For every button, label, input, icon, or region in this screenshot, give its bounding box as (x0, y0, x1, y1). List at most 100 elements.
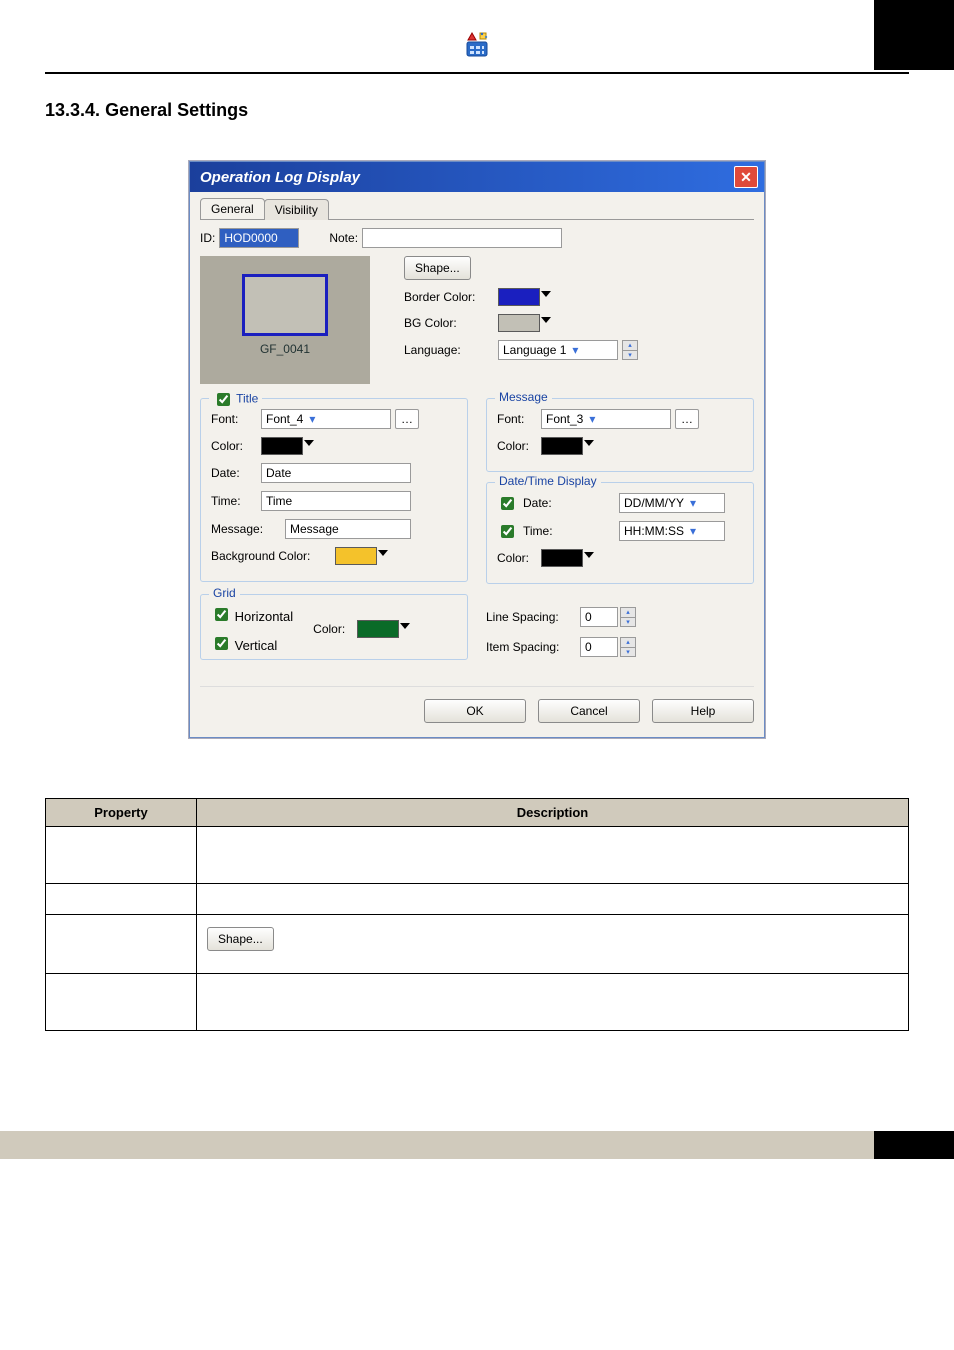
title-legend: Title (209, 390, 262, 409)
shape-preview-rect (242, 274, 328, 336)
table-row (46, 884, 909, 915)
title-font-label: Font: (211, 412, 257, 426)
time-label: Time: (523, 524, 613, 538)
dialog-title: Operation Log Display (196, 169, 734, 186)
title-color-label: Color: (211, 439, 257, 453)
message-color-swatch[interactable] (541, 437, 583, 455)
table-cell: Shape... (197, 915, 909, 974)
table-cell (197, 827, 909, 884)
dialog-footer: OK Cancel Help (200, 686, 754, 723)
line-spacing-label: Line Spacing: (486, 610, 576, 624)
shape-preview: GF_0041 (200, 256, 370, 384)
header-app-icon (462, 30, 492, 60)
item-spacing-stepper[interactable]: ▴▾ (620, 637, 636, 657)
title-group: Title Font: Font_4▾ … Color: Date: (200, 398, 468, 582)
bg-color-swatch[interactable] (498, 314, 540, 332)
grid-vertical[interactable]: Vertical (211, 634, 293, 653)
cancel-button[interactable]: Cancel (538, 699, 640, 723)
ok-button[interactable]: OK (424, 699, 526, 723)
inline-shape-button[interactable]: Shape... (207, 927, 274, 951)
language-stepper[interactable]: ▴▾ (622, 340, 638, 360)
title-legend-text: Title (236, 392, 258, 406)
id-label: ID: (200, 231, 215, 245)
grid-group: Grid Horizontal Vertical Color: (200, 594, 468, 660)
datetime-legend: Date/Time Display (495, 474, 601, 488)
title-time-label: Time: (211, 494, 257, 508)
datetime-color-label: Color: (497, 551, 537, 565)
title-bgcolor-label: Background Color: (211, 549, 331, 563)
table-cell (46, 827, 197, 884)
grid-vertical-checkbox[interactable] (215, 637, 228, 650)
titlebar[interactable]: Operation Log Display ✕ (190, 162, 764, 192)
grid-color-label: Color: (313, 622, 353, 636)
table-row (46, 827, 909, 884)
grid-legend: Grid (209, 586, 240, 600)
table-cell (197, 974, 909, 1031)
title-checkbox[interactable] (217, 393, 230, 406)
tab-visibility[interactable]: Visibility (264, 199, 329, 220)
title-message-label: Message: (211, 522, 281, 536)
title-message-field[interactable]: Message (285, 519, 411, 539)
header-rule (45, 72, 909, 74)
title-color-swatch[interactable] (261, 437, 303, 455)
language-value: Language 1 (503, 343, 566, 357)
table-row: Shape... (46, 915, 909, 974)
message-font-more-button[interactable]: … (675, 409, 699, 429)
shape-button[interactable]: Shape... (404, 256, 471, 280)
item-spacing-label: Item Spacing: (486, 640, 576, 654)
tab-general[interactable]: General (200, 198, 265, 219)
table-cell (197, 884, 909, 915)
chevron-down-icon: ▾ (690, 496, 696, 510)
time-format-select[interactable]: HH:MM:SS▾ (619, 521, 725, 541)
note-label: Note: (329, 231, 358, 245)
dialog-window: Operation Log Display ✕ General Visibili… (189, 161, 765, 738)
bg-color-label: BG Color: (404, 316, 494, 330)
page-footer (0, 1131, 954, 1159)
date-checkbox[interactable] (501, 497, 514, 510)
line-spacing-field[interactable]: 0 (580, 607, 618, 627)
language-label: Language: (404, 343, 494, 357)
footer-black-box (874, 1131, 954, 1159)
help-button[interactable]: Help (652, 699, 754, 723)
message-color-label: Color: (497, 439, 537, 453)
chevron-down-icon: ▾ (690, 524, 696, 538)
datetime-group: Date/Time Display Date: DD/MM/YY▾ Time: … (486, 482, 754, 584)
border-color-swatch[interactable] (498, 288, 540, 306)
note-field[interactable] (362, 228, 562, 248)
title-date-label: Date: (211, 466, 257, 480)
id-field[interactable]: HOD0000 (219, 228, 299, 248)
language-select[interactable]: Language 1 ▾ (498, 340, 618, 360)
border-color-label: Border Color: (404, 290, 494, 304)
table-row (46, 974, 909, 1031)
item-spacing-field[interactable]: 0 (580, 637, 618, 657)
section-heading: 13.3.4. General Settings (45, 100, 909, 121)
date-label: Date: (523, 496, 613, 510)
section-title-text: General Settings (105, 100, 248, 120)
message-font-select[interactable]: Font_3▾ (541, 409, 671, 429)
tab-strip: General Visibility (200, 198, 754, 220)
title-font-more-button[interactable]: … (395, 409, 419, 429)
close-icon[interactable]: ✕ (734, 166, 758, 188)
title-bgcolor-swatch[interactable] (335, 547, 377, 565)
title-date-field[interactable]: Date (261, 463, 411, 483)
table-cell (46, 884, 197, 915)
line-spacing-stepper[interactable]: ▴▾ (620, 607, 636, 627)
grid-horizontal-checkbox[interactable] (215, 608, 228, 621)
time-checkbox[interactable] (501, 525, 514, 538)
property-table: Property Description Shape... (45, 798, 909, 1031)
datetime-color-swatch[interactable] (541, 549, 583, 567)
chevron-down-icon: ▾ (309, 412, 315, 426)
title-font-select[interactable]: Font_4▾ (261, 409, 391, 429)
message-legend: Message (495, 390, 552, 404)
chevron-down-icon: ▾ (589, 412, 595, 426)
section-number: 13.3.4. (45, 100, 100, 120)
table-cell (46, 915, 197, 974)
shape-preview-caption: GF_0041 (260, 342, 310, 356)
description-header: Description (197, 799, 909, 827)
chevron-down-icon: ▾ (572, 343, 578, 357)
date-format-select[interactable]: DD/MM/YY▾ (619, 493, 725, 513)
grid-horizontal[interactable]: Horizontal (211, 605, 293, 624)
property-header: Property (46, 799, 197, 827)
title-time-field[interactable]: Time (261, 491, 411, 511)
grid-color-swatch[interactable] (357, 620, 399, 638)
